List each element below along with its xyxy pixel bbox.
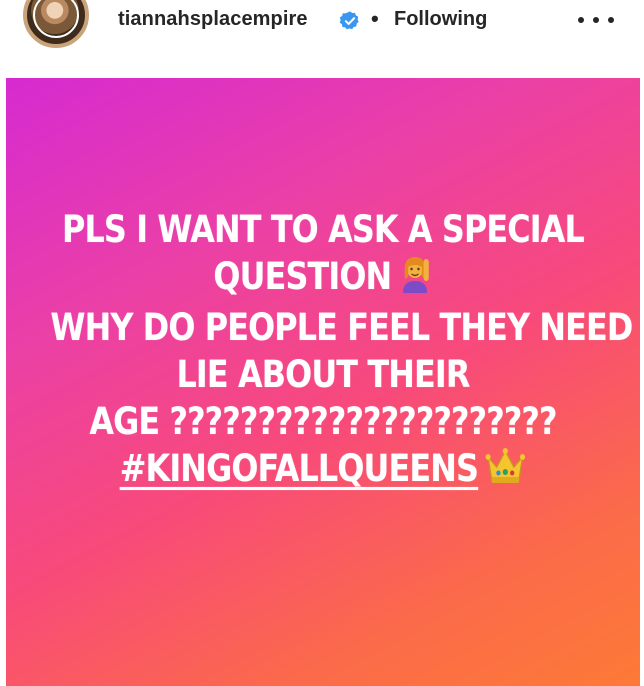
username-link[interactable]: tiannahsplacempire bbox=[118, 8, 308, 31]
instagram-post: tiannahsplacempire • Following PLS I WAN… bbox=[0, 0, 644, 686]
raising-hand-woman-icon bbox=[398, 253, 432, 304]
story-line-2: QUESTION bbox=[50, 253, 595, 304]
more-options-button[interactable] bbox=[578, 6, 614, 34]
verified-badge-icon bbox=[339, 11, 359, 30]
avatar[interactable] bbox=[23, 0, 89, 48]
more-dot-icon bbox=[593, 17, 599, 23]
story-line-1: PLS I WANT TO ASK A SPECIAL bbox=[62, 208, 585, 251]
hashtag-link[interactable]: #KINGOFALLQUEENS bbox=[120, 447, 479, 490]
more-dot-icon bbox=[578, 17, 584, 23]
story-line-2-text: QUESTION bbox=[213, 255, 392, 298]
story-line-3: WHY DO PEOPLE FEEL THEY NEED TO bbox=[50, 306, 640, 349]
more-dot-icon bbox=[608, 17, 614, 23]
story-line-6: #KINGOFALLQUEENS bbox=[50, 445, 595, 496]
following-button[interactable]: Following bbox=[394, 8, 487, 31]
story-caption: PLS I WANT TO ASK A SPECIAL QUESTION WHY… bbox=[50, 206, 640, 496]
post-header: tiannahsplacempire • Following bbox=[0, 0, 644, 78]
avatar-ring bbox=[33, 0, 79, 38]
story-line-4: LIE ABOUT THEIR bbox=[176, 353, 470, 396]
story-line-5: AGE ?????????????????????? bbox=[89, 400, 557, 443]
story-image[interactable]: PLS I WANT TO ASK A SPECIAL QUESTION WHY… bbox=[6, 78, 640, 686]
separator-dot: • bbox=[371, 6, 379, 31]
crown-icon bbox=[485, 445, 526, 496]
